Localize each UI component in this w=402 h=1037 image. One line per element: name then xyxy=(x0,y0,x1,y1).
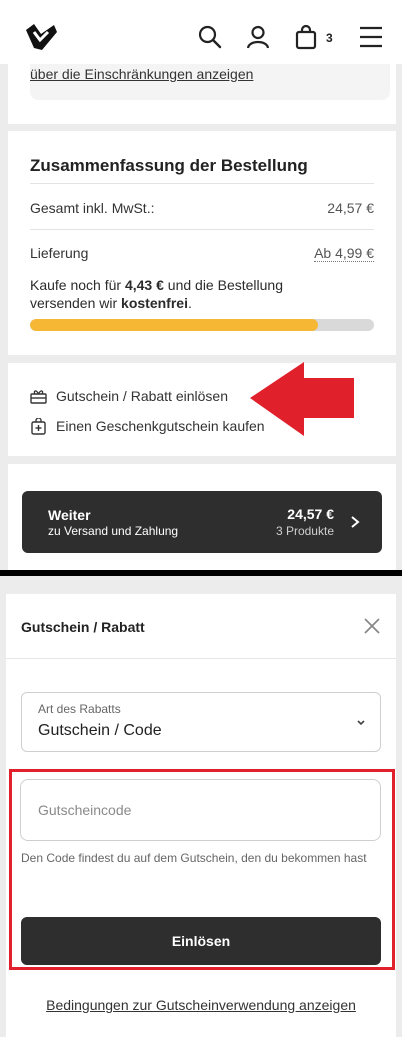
site-header: 3 xyxy=(0,0,402,64)
free-shipping-amount: 4,43 € xyxy=(124,277,164,293)
gift-card-icon xyxy=(30,389,47,404)
voucher-hint-text: Den Code findest du auf dem Gutschein, d… xyxy=(21,851,367,865)
voucher-modal-screen: Gutschein / Rabatt Art des Rabatts Gutsc… xyxy=(0,576,402,1037)
modal-title: Gutschein / Rabatt xyxy=(21,619,145,635)
cart-count-badge: 3 xyxy=(326,31,333,45)
delivery-label: Lieferung xyxy=(30,245,89,261)
checkout-subtitle: zu Versand und Zahlung xyxy=(48,524,179,538)
discount-type-select[interactable]: Art des Rabatts Gutschein / Code xyxy=(21,692,381,752)
free-shipping-text: Kaufe noch für 4,43 € und die Bestellung… xyxy=(30,276,330,312)
redeem-voucher-label: Gutschein / Rabatt einlösen xyxy=(56,388,228,404)
gift-plus-icon xyxy=(31,417,46,435)
logo-icon[interactable] xyxy=(24,22,58,52)
checkout-title: Weiter xyxy=(48,507,91,523)
buy-giftcard-link[interactable]: Einen Geschenkgutschein kaufen xyxy=(30,416,265,436)
chevron-down-icon xyxy=(357,720,365,726)
checkout-price: 24,57 € xyxy=(287,506,334,522)
total-label: Gesamt inkl. MwSt.: xyxy=(30,200,155,216)
cart-screen: 3 über die Einschränkungen anzeigen Zusa… xyxy=(0,0,402,570)
delivery-value[interactable]: Ab 4,99 € xyxy=(314,245,374,262)
buy-giftcard-label: Einen Geschenkgutschein kaufen xyxy=(56,418,265,434)
close-icon[interactable] xyxy=(362,616,382,636)
free-shipping-suffix: . xyxy=(187,295,192,311)
search-icon[interactable] xyxy=(197,24,223,50)
bag-icon[interactable] xyxy=(293,24,319,50)
menu-icon[interactable] xyxy=(358,24,384,50)
free-shipping-word: kostenfrei xyxy=(121,295,188,311)
terms-link[interactable]: Bedingungen zur Gutscheinverwendung anze… xyxy=(0,997,402,1013)
redeem-voucher-link[interactable]: Gutschein / Rabatt einlösen xyxy=(30,386,228,406)
select-label: Art des Rabatts xyxy=(38,702,121,716)
summary-title: Zusammenfassung der Bestellung xyxy=(30,156,308,175)
checkout-count: 3 Produkte xyxy=(275,524,334,538)
divider xyxy=(30,229,374,230)
divider xyxy=(30,183,374,184)
free-shipping-prefix: Kaufe noch für xyxy=(30,277,125,293)
progress-fill xyxy=(30,319,319,331)
voucher-code-input[interactable] xyxy=(20,779,381,841)
redeem-button[interactable]: Einlösen xyxy=(21,917,381,965)
annotation-arrow-icon xyxy=(250,362,354,436)
user-icon[interactable] xyxy=(245,24,271,50)
restrictions-link[interactable]: über die Einschränkungen anzeigen xyxy=(30,66,253,82)
modal-divider xyxy=(6,658,396,659)
total-value: 24,57 € xyxy=(327,200,374,216)
free-shipping-progress xyxy=(30,319,374,331)
select-value: Gutschein / Code xyxy=(38,722,162,739)
chevron-right-icon xyxy=(351,516,360,528)
checkout-button[interactable]: Weiter zu Versand und Zahlung 24,57 € 3 … xyxy=(22,491,382,553)
